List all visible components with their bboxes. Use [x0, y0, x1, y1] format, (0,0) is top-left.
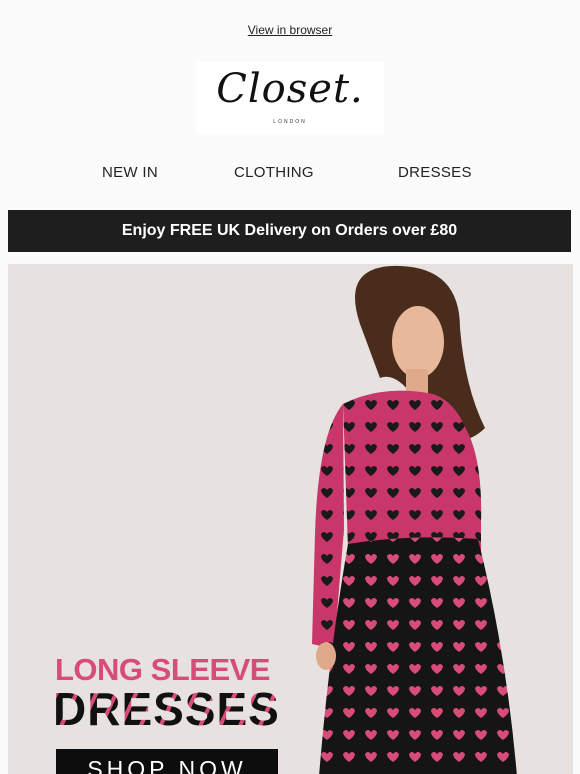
shop-now-button[interactable]: SHOP NOW	[56, 749, 278, 774]
hero-headline-line2: DRESSES	[53, 683, 280, 735]
nav-item-dresses[interactable]: DRESSES	[398, 164, 472, 181]
brand-logo[interactable]: Closet. LONDON	[196, 62, 384, 134]
view-in-browser-link[interactable]: View in browser	[0, 23, 580, 37]
nav-item-clothing[interactable]: CLOTHING	[234, 164, 314, 181]
main-nav: NEW IN CLOTHING DRESSES	[0, 164, 580, 186]
nav-item-new-in[interactable]: NEW IN	[102, 164, 158, 181]
logo-wordmark: Closet.	[216, 66, 364, 112]
hero-banner[interactable]: LONG SLEEVE DRESSES SHOP NOW	[8, 264, 573, 774]
delivery-banner: Enjoy FREE UK Delivery on Orders over £8…	[8, 210, 571, 252]
logo-subtitle: LONDON	[273, 119, 307, 125]
